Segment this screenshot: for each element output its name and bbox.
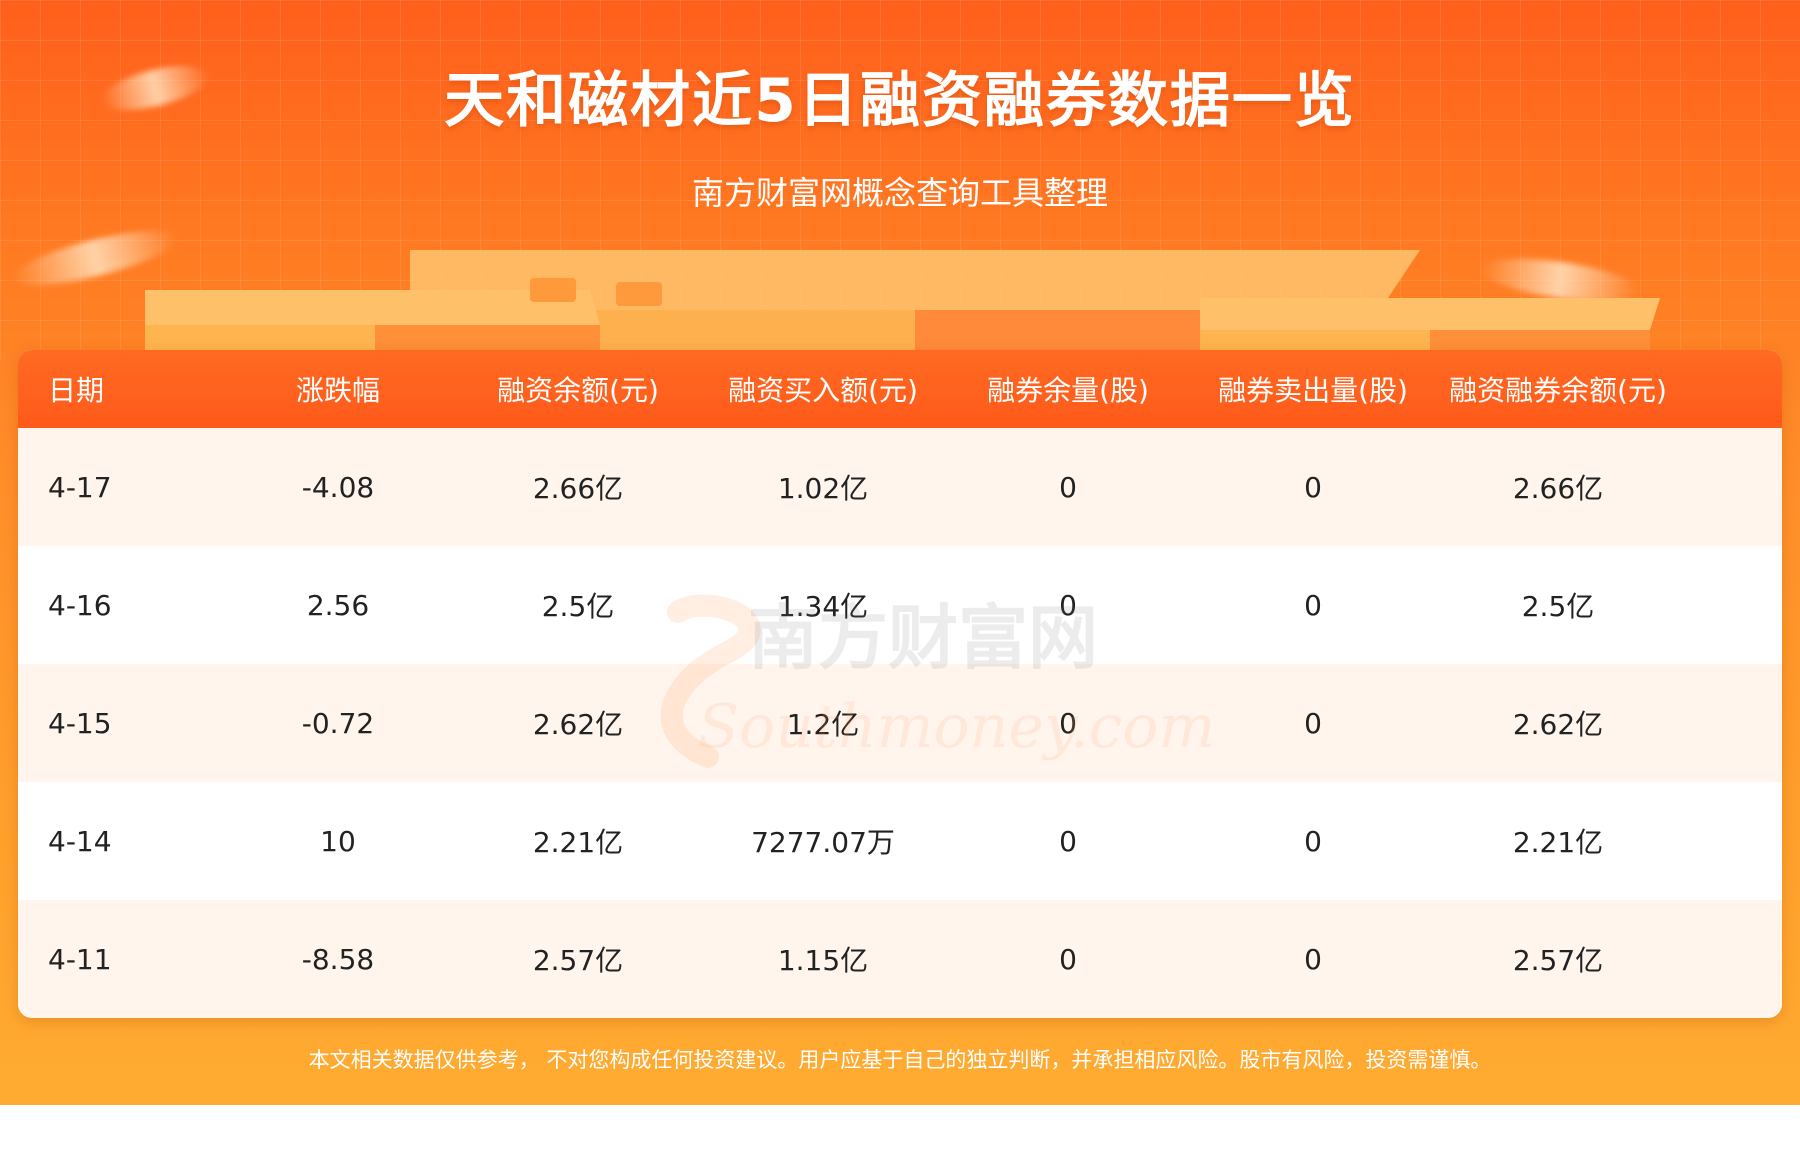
cell-change: 10 (320, 824, 356, 858)
cell-financing-buy: 1.15亿 (777, 944, 869, 977)
cell-change: 2.56 (306, 588, 370, 622)
col-header-change: 涨跌幅 (295, 374, 380, 407)
table-row: 4-14 10 2.21亿 7277.07万 0 0 2.21亿 (18, 782, 1782, 900)
cell-short-sell: 0 (1304, 824, 1322, 858)
cell-date: 4-15 (48, 706, 112, 740)
cell-short-sell: 0 (1304, 706, 1322, 740)
cell-short-balance: 0 (1059, 470, 1077, 504)
cell-short-balance: 0 (1059, 942, 1077, 976)
cell-change: -8.58 (301, 942, 375, 976)
cell-financing-buy: 1.34亿 (777, 590, 869, 623)
cell-short-sell: 0 (1304, 588, 1322, 622)
disclaimer-text: 本文相关数据仅供参考， 不对您构成任何投资建议。用户应基于自己的独立判断，并承担… (308, 1048, 1492, 1072)
poster-background: 天和磁材近5日融资融券数据一览 南方财富网概念查询工具整理 日期 涨跌幅 融资余… (0, 0, 1800, 1105)
cell-date: 4-14 (48, 824, 112, 858)
col-header-date: 日期 (48, 374, 105, 407)
cell-total-balance: 2.62亿 (1512, 708, 1604, 741)
col-header-short-sell: 融券卖出量(股) (1218, 374, 1408, 407)
cell-financing-balance: 2.62亿 (532, 708, 624, 741)
col-header-total-balance: 融资融券余额(元) (1449, 374, 1667, 407)
col-header-financing-buy: 融资买入额(元) (728, 374, 918, 407)
cell-date: 4-17 (48, 470, 112, 504)
cell-financing-balance: 2.66亿 (532, 472, 624, 505)
cell-financing-buy: 7277.07万 (751, 826, 895, 859)
page-title: 天和磁材近5日融资融券数据一览 (444, 66, 1356, 136)
table-row: 4-11 -8.58 2.57亿 1.15亿 0 0 2.57亿 (18, 900, 1782, 1018)
cell-financing-buy: 1.02亿 (777, 472, 869, 505)
cell-short-balance: 0 (1059, 588, 1077, 622)
cell-short-sell: 0 (1304, 470, 1322, 504)
cell-change: -4.08 (301, 470, 375, 504)
cell-financing-buy: 1.2亿 (786, 708, 860, 741)
decor-blocks (145, 250, 1660, 360)
cell-total-balance: 2.21亿 (1512, 826, 1604, 859)
cell-financing-balance: 2.5亿 (541, 590, 615, 623)
table-header: 日期 涨跌幅 融资余额(元) 融资买入额(元) 融券余量(股) 融券卖出量(股)… (18, 350, 1782, 428)
cell-short-balance: 0 (1059, 706, 1077, 740)
cell-total-balance: 2.57亿 (1512, 944, 1604, 977)
cell-short-sell: 0 (1304, 942, 1322, 976)
col-header-financing-balance: 融资余额(元) (497, 374, 659, 407)
table-row: 4-17 -4.08 2.66亿 1.02亿 0 0 2.66亿 (18, 428, 1782, 546)
cell-change: -0.72 (301, 706, 375, 740)
margin-data-table: 日期 涨跌幅 融资余额(元) 融资买入额(元) 融券余量(股) 融券卖出量(股)… (18, 350, 1782, 1018)
cell-financing-balance: 2.21亿 (532, 826, 624, 859)
cell-date: 4-16 (48, 588, 112, 622)
table-row: 4-16 2.56 2.5亿 1.34亿 0 0 2.5亿 (18, 546, 1782, 664)
cell-total-balance: 2.5亿 (1521, 590, 1595, 623)
col-header-short-balance: 融券余量(股) (987, 374, 1149, 407)
cell-total-balance: 2.66亿 (1512, 472, 1604, 505)
cell-date: 4-11 (48, 942, 112, 976)
page-subtitle: 南方财富网概念查询工具整理 (691, 174, 1108, 212)
cell-financing-balance: 2.57亿 (532, 944, 624, 977)
table-row: 4-15 -0.72 2.62亿 1.2亿 0 0 2.62亿 (18, 664, 1782, 782)
cell-short-balance: 0 (1059, 824, 1077, 858)
